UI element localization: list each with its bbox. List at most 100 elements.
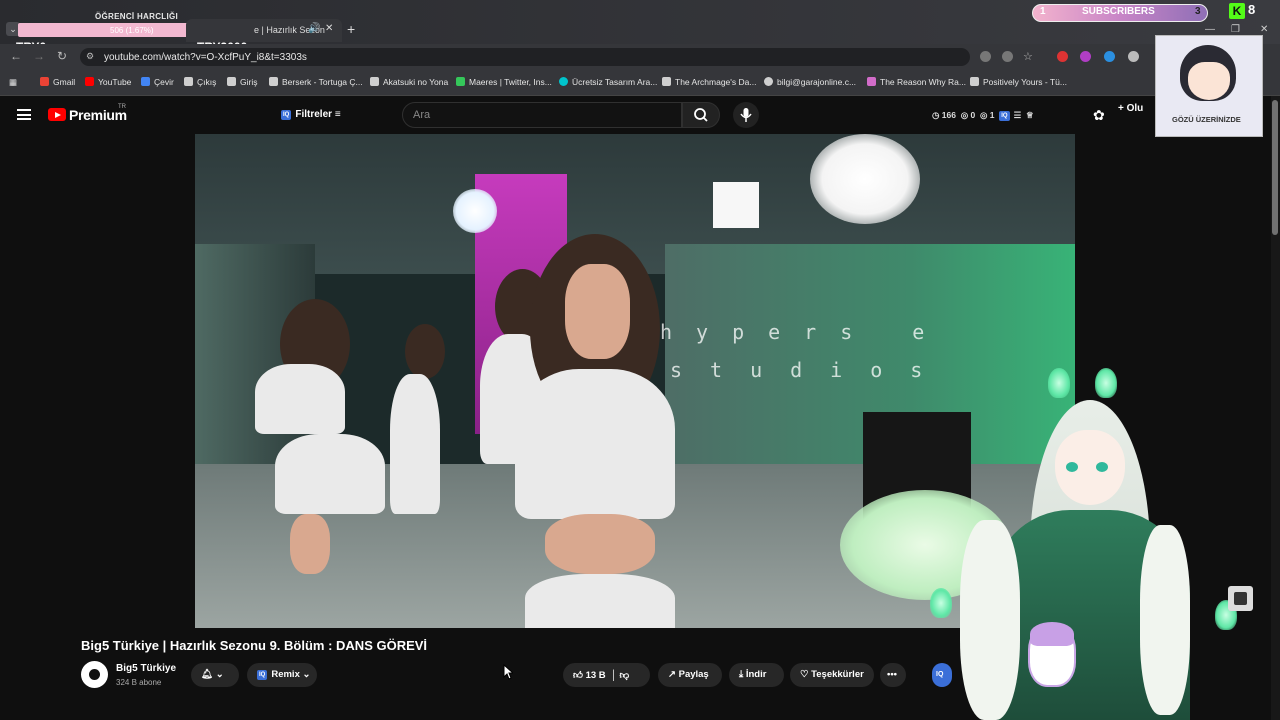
bookmark-label: Giriş <box>240 77 258 87</box>
eye-icon: ◎ <box>960 110 969 120</box>
bookmark-label: Akatsuki no Yona <box>383 77 449 87</box>
url-text[interactable]: youtube.com/watch?v=O-XcfPuY_i8&t=3303s <box>104 52 307 63</box>
bookmark-label: Positively Yours - Tü... <box>983 77 1067 87</box>
gear-icon[interactable]: ✿ <box>1093 107 1105 124</box>
kick-logo-icon: K <box>1229 3 1245 19</box>
remix-button[interactable]: IQ Remix ⌄ <box>247 663 317 687</box>
maeres-icon <box>456 77 465 86</box>
share-label: Paylaş <box>678 669 709 680</box>
window-close-icon[interactable]: ✕ <box>1260 24 1268 35</box>
youtube-logo-icon[interactable] <box>48 108 66 121</box>
extension-purple-icon[interactable] <box>1080 51 1091 62</box>
stat-b: 1 <box>989 110 995 120</box>
close-icon[interactable]: ✕ <box>325 23 333 34</box>
donation-goal-value: 506 (1.67%) <box>110 26 154 35</box>
screen: ⌄ ÖĞRENCİ HARCLIĞI 506 (1.67%) TRY0 TRY3… <box>0 0 1280 720</box>
dancer-figure <box>275 434 385 514</box>
forward-arrow-icon[interactable]: → <box>33 49 45 63</box>
cam-caption: GÖZÜ ÜZERİNİZDE <box>1172 115 1241 124</box>
channel-name[interactable]: Big5 Türkiye <box>116 663 176 674</box>
iq-badge-icon: IQ <box>281 110 292 120</box>
new-tab-button[interactable]: + <box>347 21 355 37</box>
bookmark-label: Berserk - Tortuga Ç... <box>282 77 363 87</box>
minimize-icon[interactable]: — <box>1205 24 1215 35</box>
bookmark-login[interactable]: Giriş <box>227 77 257 87</box>
filters-label: Filtreler <box>295 109 333 120</box>
bookmark-canva[interactable]: Ücretsiz Tasarım Ara... <box>559 77 657 87</box>
bookmark-translate[interactable]: Çevir <box>141 77 174 87</box>
kick-viewer-count: 8 <box>1248 2 1256 17</box>
studio-wall-text: hypers e <box>660 320 949 344</box>
search-button[interactable] <box>682 102 720 128</box>
share-button[interactable]: ↗ Paylaş <box>658 663 722 687</box>
page-icon <box>662 77 671 86</box>
notification-bell-button[interactable]: 🔔︎ ⌄ <box>191 663 239 687</box>
extension-blue-icon[interactable] <box>1104 51 1115 62</box>
thanks-button[interactable]: ♡ Teşekkürler <box>790 663 874 687</box>
bookmark-label: The Archmage's Da... <box>675 77 757 87</box>
overlay-side-button[interactable] <box>1228 586 1253 611</box>
bookmark-positively-yours[interactable]: Positively Yours - Tü... <box>970 77 1067 87</box>
vtuber-avatar-eye <box>1096 462 1108 472</box>
bookmark-reason-why[interactable]: The Reason Why Ra... <box>867 77 966 87</box>
create-button[interactable]: + Olu <box>1118 103 1143 114</box>
apps-grid-icon[interactable]: ▦ <box>9 77 17 88</box>
download-button[interactable]: ⤓ İndir <box>729 663 784 687</box>
iq-extension-button[interactable]: IQ <box>932 663 952 687</box>
bookmark-akatsuki[interactable]: Akatsuki no Yona <box>370 77 448 87</box>
iq-badge-icon: IQ <box>999 111 1010 121</box>
dancer-figure <box>255 364 345 434</box>
extension-red-icon[interactable] <box>1057 51 1068 62</box>
more-actions-button[interactable]: ••• <box>880 663 906 687</box>
stat-views: 166 <box>941 110 956 120</box>
voice-search-button[interactable] <box>733 102 759 128</box>
subscriber-goal-label: SUBSCRIBERS <box>1082 6 1155 17</box>
eye-icon: ◎ <box>979 110 988 120</box>
bookmark-archmage[interactable]: The Archmage's Da... <box>662 77 756 87</box>
clock-icon: ◷ <box>932 110 940 120</box>
extension-bulb-icon[interactable] <box>1128 51 1139 62</box>
studio-wall-text-2: studios <box>670 358 951 382</box>
thumbs-up-icon: 👍︎ <box>573 670 583 681</box>
bookmark-logout[interactable]: Çıkış <box>184 77 216 87</box>
mouse-cursor-icon <box>503 664 513 680</box>
gmail-icon <box>40 77 49 86</box>
site-info-icon[interactable]: ⚙ <box>86 51 94 62</box>
eye-off-icon[interactable] <box>1002 51 1013 62</box>
remix-label: Remix <box>271 669 300 680</box>
bookmark-berserk[interactable]: Berserk - Tortuga Ç... <box>269 77 363 87</box>
search-input[interactable] <box>402 102 682 128</box>
bookmark-garajonline[interactable]: bilgi@garajonline.c... <box>764 77 856 87</box>
canva-icon <box>559 77 568 86</box>
bookmark-star-icon[interactable]: ☆ <box>1023 50 1033 63</box>
speaker-icon[interactable]: 🔊 <box>308 23 320 34</box>
subscriber-goal-target: 3 <box>1195 6 1201 17</box>
channel-avatar[interactable] <box>81 661 108 688</box>
youtube-icon <box>85 77 94 86</box>
extension-stats: ◷ 166 ◎ 0 ◎ 1 IQ ☰ ♕ <box>932 110 1034 121</box>
bookmark-youtube[interactable]: YouTube <box>85 77 131 87</box>
chevron-down-icon: ⌄ <box>302 669 311 680</box>
bookmark-maeres[interactable]: Maeres | Twitter, Ins... <box>456 77 552 87</box>
page-icon <box>184 77 193 86</box>
bookmark-label: bilgi@garajonline.c... <box>777 77 857 87</box>
maximize-icon[interactable]: ❐ <box>1231 24 1240 35</box>
chibi-mascot-hair <box>1030 622 1074 646</box>
subscriber-goal-current: 1 <box>1040 6 1046 17</box>
bookmark-gmail[interactable]: Gmail <box>40 77 75 87</box>
back-arrow-icon[interactable]: ← <box>10 49 22 63</box>
cast-icon[interactable] <box>980 51 991 62</box>
reload-icon[interactable]: ↻ <box>57 49 67 63</box>
page-icon <box>970 77 979 86</box>
filters-button[interactable]: IQ Filtreler ≡ <box>275 105 347 125</box>
more-icon: ••• <box>887 669 897 680</box>
menu-icon[interactable] <box>17 109 31 120</box>
dancer-figure <box>405 324 445 379</box>
spirit-flame-icon <box>1095 368 1117 398</box>
video-scene-light <box>453 189 497 233</box>
iq-badge-icon: IQ <box>257 670 268 680</box>
scrollbar-thumb[interactable] <box>1272 100 1278 235</box>
dancer-figure <box>545 514 655 574</box>
like-dislike-button[interactable]: 👍︎ 13 B │ 👎︎ <box>563 663 650 687</box>
bookmark-label: Çevir <box>154 77 174 87</box>
